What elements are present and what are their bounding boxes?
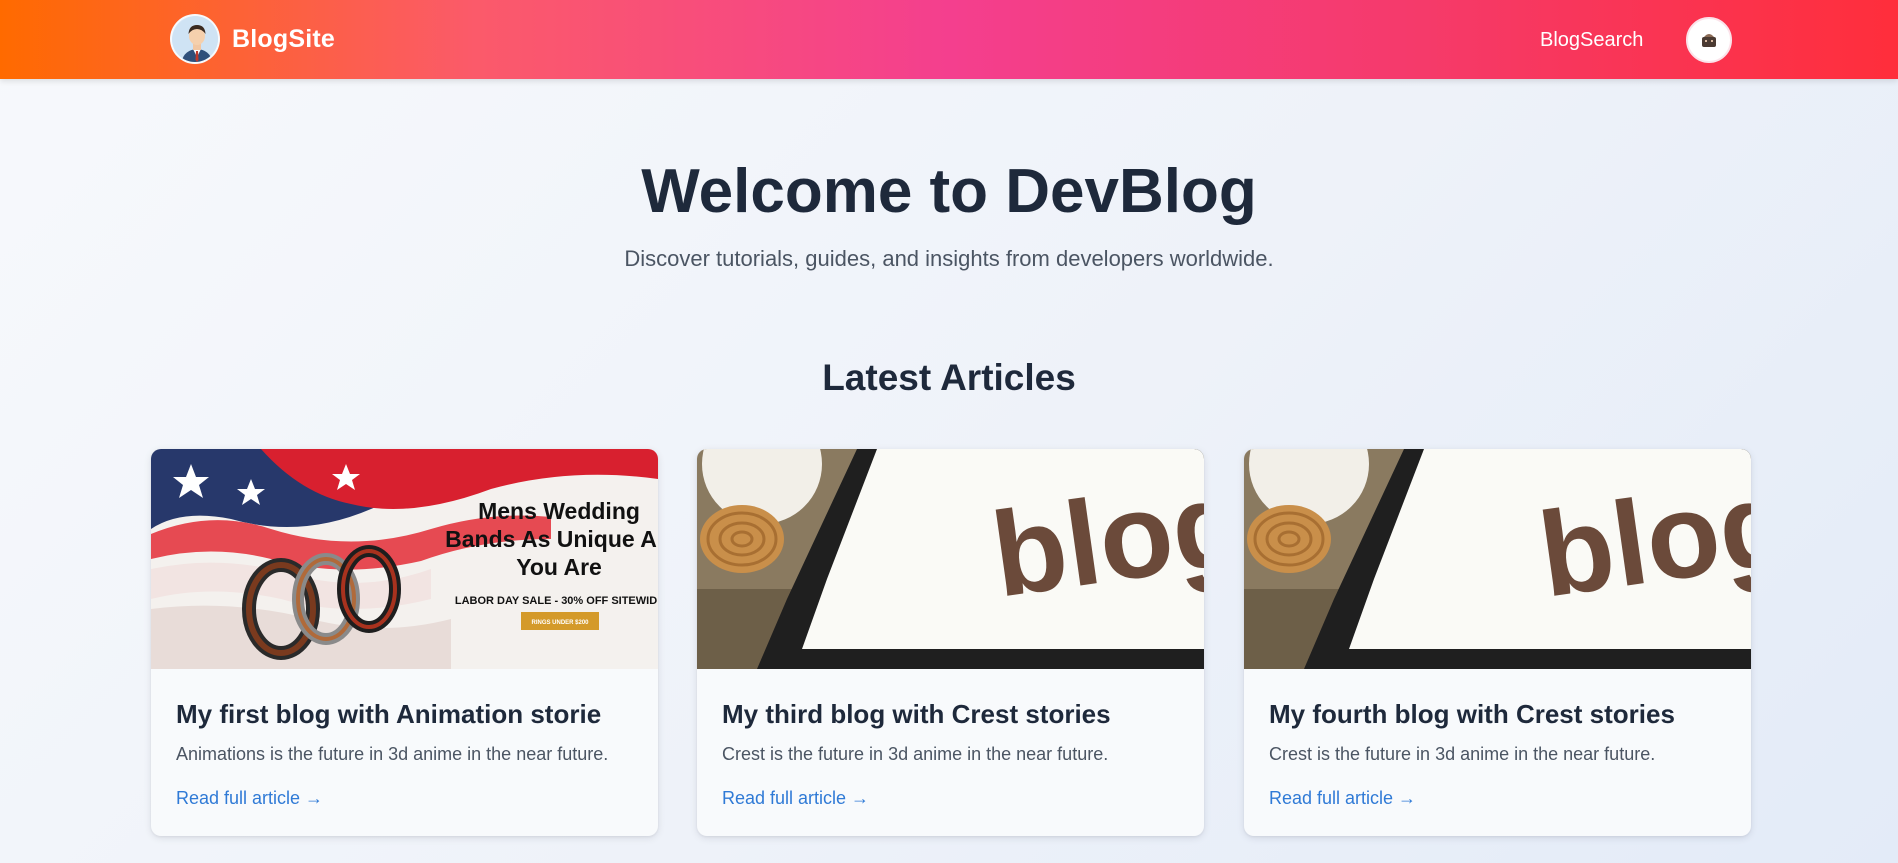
article-title: My first blog with Animation storie [176, 699, 602, 729]
article-title: My third blog with Crest stories [722, 699, 1111, 729]
top-navbar: BlogSite BlogSearch [0, 0, 1898, 79]
brand-name: BlogSite [232, 24, 335, 53]
article-description: Crest is the future in 3d anime in the n… [1269, 744, 1656, 764]
article-title: My fourth blog with Crest stories [1269, 699, 1675, 729]
hero-title: Welcome to DevBlog [641, 157, 1257, 226]
article-card[interactable]: blog My fourth blog with Crest stories C… [1244, 449, 1751, 836]
read-full-article-link[interactable]: Read full article → [1269, 785, 1416, 811]
ad-button-text: RINGS UNDER $200 [531, 620, 589, 626]
hero-subtitle: Discover tutorials, guides, and insights… [624, 246, 1274, 271]
ad-sale-text: LABOR DAY SALE - 30% OFF SITEWID [455, 595, 657, 607]
user-avatar-icon [1702, 34, 1716, 47]
article-description: Animations is the future in 3d anime in … [176, 744, 609, 764]
user-avatar-button[interactable] [1686, 17, 1732, 63]
article-image-blog-tablet: blog [1244, 449, 1751, 669]
blog-search-link[interactable]: BlogSearch [1540, 26, 1643, 54]
read-full-article-link[interactable]: Read full article → [722, 785, 869, 811]
article-card[interactable]: Mens Wedding Bands As Unique A You Are L… [151, 449, 658, 836]
read-full-article-link[interactable]: Read full article → [176, 785, 323, 811]
article-image-blog-tablet: blog [697, 449, 1204, 669]
ad-headline-1: Mens Wedding [478, 498, 640, 524]
article-image-rings-ad: Mens Wedding Bands As Unique A You Are L… [151, 449, 658, 669]
ad-headline-2: Bands As Unique A [445, 526, 657, 552]
brand-avatar-icon [170, 14, 220, 64]
article-card[interactable]: blog My third blog with Crest stories Cr… [697, 449, 1204, 836]
article-description: Crest is the future in 3d anime in the n… [722, 744, 1109, 764]
brand-logo-link[interactable]: BlogSite [170, 14, 335, 64]
latest-articles-heading: Latest Articles [822, 357, 1076, 398]
ad-headline-3: You Are [516, 554, 602, 580]
